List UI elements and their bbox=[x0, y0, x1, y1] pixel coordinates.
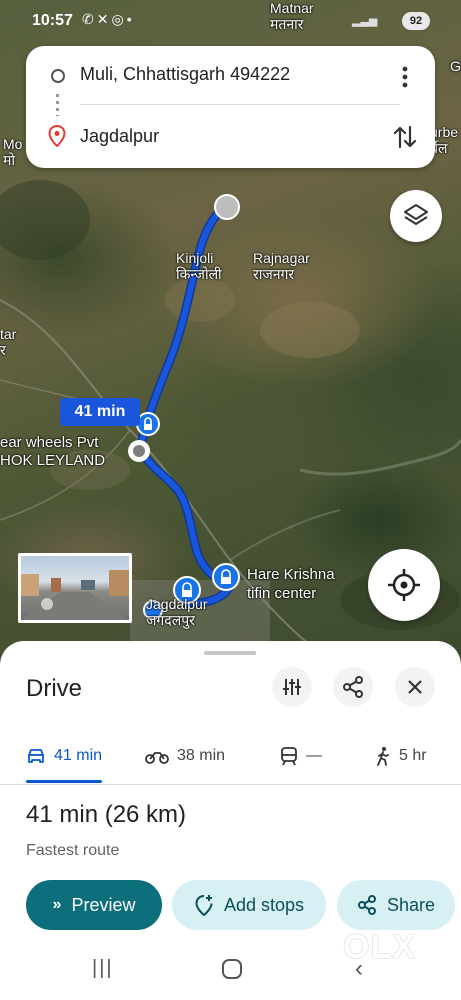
share-label: Share bbox=[386, 894, 436, 915]
my-location-button[interactable] bbox=[368, 549, 440, 621]
map-label-business[interactable]: ear wheels Pvt HOK LEYLAND bbox=[0, 434, 105, 470]
tab-motorcycle-label: 38 min bbox=[177, 747, 226, 764]
travel-mode-tabs: 41 min 38 min — 5 hr bbox=[0, 736, 461, 784]
my-location-icon bbox=[388, 569, 420, 601]
tab-drive[interactable]: 41 min bbox=[26, 736, 102, 776]
layers-button[interactable] bbox=[390, 190, 442, 242]
add-stops-label: Add stops bbox=[223, 894, 305, 915]
olx-watermark: OLX bbox=[343, 928, 416, 966]
directions-bottom-sheet: Drive 41 min 38 min — 5 hr 41 min (26 km… bbox=[0, 641, 461, 1000]
car-icon bbox=[28, 749, 44, 763]
origin-field[interactable]: Muli, Chhattisgarh 494222 bbox=[80, 64, 290, 85]
home-icon[interactable] bbox=[222, 959, 242, 979]
origin-dot-icon bbox=[51, 69, 65, 83]
more-vert-icon bbox=[402, 66, 408, 88]
share-route-button[interactable] bbox=[333, 667, 373, 707]
map-label-left-mid: tar र bbox=[0, 326, 17, 358]
route-subtitle: Fastest route bbox=[26, 842, 120, 859]
active-tab-indicator bbox=[26, 780, 102, 783]
route-summary: 41 min (26 km) bbox=[26, 801, 187, 828]
share-button[interactable]: Share bbox=[337, 880, 455, 930]
status-time: 10:57 bbox=[32, 12, 73, 29]
destination-field[interactable]: Jagdalpur bbox=[80, 126, 159, 147]
phone-icon: ✆ bbox=[82, 11, 97, 27]
street-view-thumbnail[interactable] bbox=[18, 553, 132, 623]
notification-icons: ✆✕◎• bbox=[82, 11, 135, 28]
field-divider bbox=[80, 104, 400, 105]
more-options-button[interactable] bbox=[394, 64, 416, 90]
share-icon bbox=[357, 895, 376, 915]
route-options-button[interactable] bbox=[272, 667, 312, 707]
transit-icon bbox=[281, 747, 297, 766]
sheet-drag-handle[interactable] bbox=[204, 651, 256, 655]
sheet-title: Drive bbox=[26, 675, 83, 702]
map-label-kinjoli: Kinjoli किन्जोली bbox=[176, 250, 222, 282]
battery-indicator: 92 bbox=[402, 12, 430, 30]
tabs-divider bbox=[0, 784, 461, 785]
tab-walk[interactable]: 5 hr bbox=[375, 736, 427, 776]
walk-icon bbox=[377, 747, 389, 766]
layers-icon bbox=[404, 204, 428, 225]
swap-vert-icon[interactable] bbox=[390, 122, 420, 152]
add-location-icon bbox=[195, 895, 213, 916]
double-chevron-icon: » bbox=[52, 896, 62, 913]
map-label-rajnagar: Rajnagar राजनगर bbox=[253, 250, 310, 282]
tab-transit-label: — bbox=[306, 747, 322, 764]
map-label-jagdalpur: Jagdalpur जगदलपुर bbox=[146, 596, 208, 628]
preview-button[interactable]: » Preview bbox=[26, 880, 162, 930]
tab-transit[interactable]: — bbox=[280, 736, 322, 776]
route-start-marker[interactable] bbox=[214, 194, 240, 220]
preview-label: Preview bbox=[71, 894, 136, 915]
missed-call-icon: ✕ bbox=[96, 11, 112, 27]
whatsapp-icon: ◎ bbox=[111, 11, 127, 27]
motorcycle-icon bbox=[145, 752, 169, 764]
map-label-hare-krishna[interactable]: Hare Krishna tifin center bbox=[247, 565, 335, 603]
street-view-image bbox=[21, 570, 129, 620]
signal-icon: ▂▃▅ bbox=[352, 15, 378, 27]
map-label-left-top: Mo मो bbox=[3, 136, 23, 168]
tab-walk-label: 5 hr bbox=[399, 747, 427, 764]
route-dots-icon bbox=[56, 94, 59, 116]
lock-pin-icon[interactable] bbox=[136, 412, 160, 436]
status-bar: 10:57 ✆✕◎• ▂▃▅ 92 bbox=[0, 0, 461, 42]
route-time-badge[interactable]: 41 min bbox=[60, 398, 140, 426]
tab-drive-label: 41 min bbox=[54, 747, 103, 764]
destination-pin-icon bbox=[48, 125, 66, 147]
add-stops-button[interactable]: Add stops bbox=[172, 880, 326, 930]
close-button[interactable] bbox=[395, 667, 435, 707]
share-icon bbox=[343, 676, 363, 698]
tab-motorcycle[interactable]: 38 min bbox=[145, 736, 225, 776]
lock-pin-icon[interactable] bbox=[212, 563, 240, 591]
directions-search-card: Muli, Chhattisgarh 494222 Jagdalpur bbox=[26, 46, 435, 168]
close-icon bbox=[408, 680, 422, 694]
map-label-right-top: G bbox=[450, 58, 461, 74]
dot-icon: • bbox=[126, 11, 135, 27]
recents-icon[interactable]: ||| bbox=[92, 957, 114, 980]
tune-icon bbox=[283, 679, 301, 695]
